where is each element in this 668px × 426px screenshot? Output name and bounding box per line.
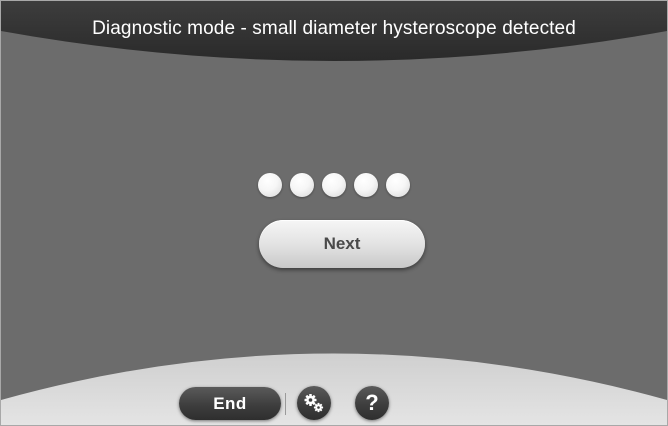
progress-dot (290, 173, 314, 197)
progress-dot (354, 173, 378, 197)
progress-dot (322, 173, 346, 197)
progress-dots (1, 173, 667, 197)
help-icon: ? (365, 390, 379, 415)
header-band (1, 1, 667, 61)
settings-button[interactable] (297, 386, 331, 420)
help-button[interactable]: ? (355, 386, 389, 420)
next-button[interactable]: Next (259, 220, 425, 268)
footer-band (1, 353, 667, 425)
page-title: Diagnostic mode - small diameter hystero… (92, 18, 576, 39)
progress-dot (258, 173, 282, 197)
progress-dot (386, 173, 410, 197)
gears-icon (304, 394, 324, 413)
diagnostic-screen: Diagnostic mode - small diameter hystero… (0, 0, 668, 426)
footer-divider (285, 393, 286, 415)
end-button[interactable]: End (179, 387, 281, 420)
